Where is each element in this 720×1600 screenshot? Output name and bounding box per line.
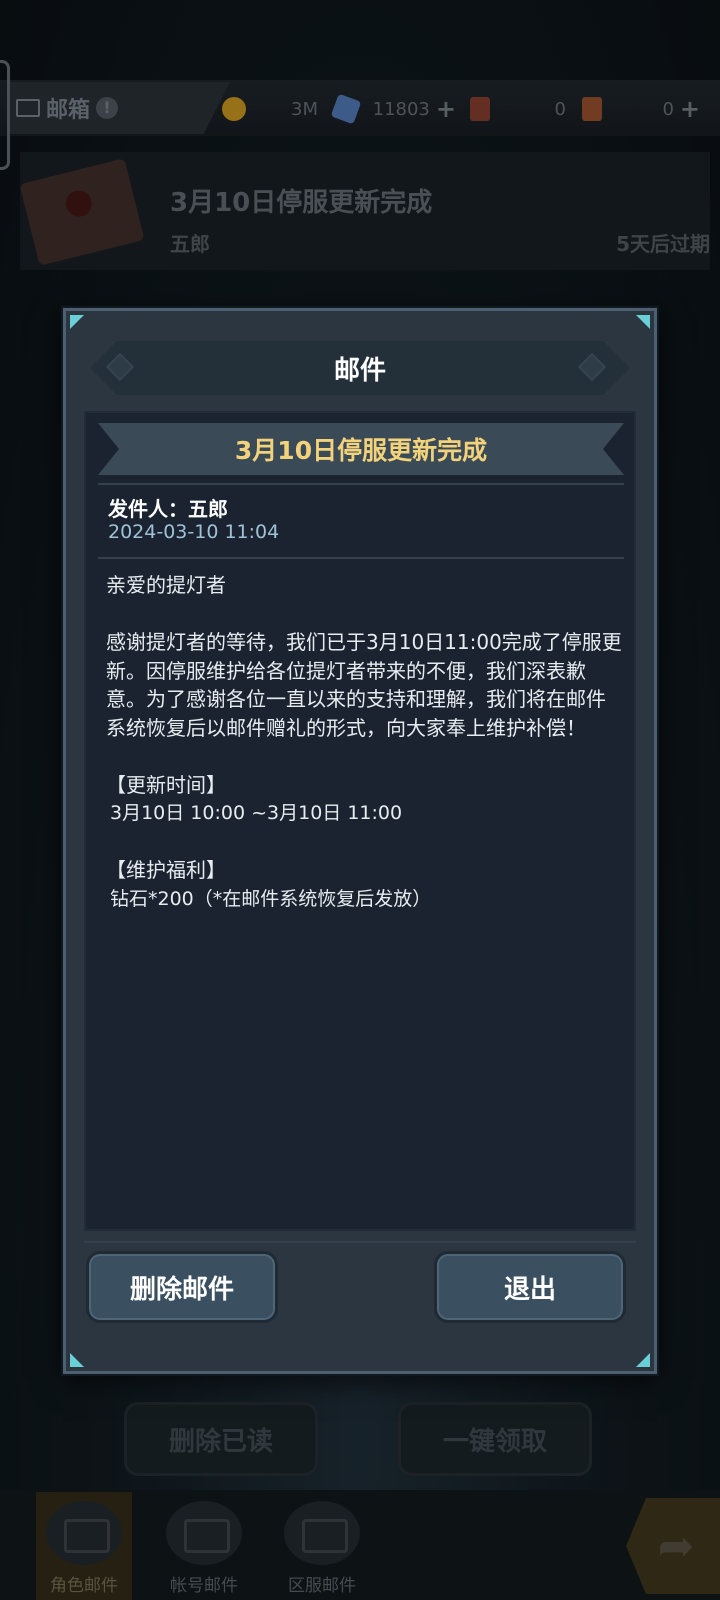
divider xyxy=(84,1241,636,1243)
sender-line: 发件人：五郎 xyxy=(108,493,228,522)
benefit-heading: 【维护福利】 xyxy=(106,858,226,882)
corner-ornament xyxy=(70,1353,84,1367)
mail-detail-dialog: 邮件 3月10日停服更新完成 发件人：五郎 2024-03-10 11:04 亲… xyxy=(63,308,657,1374)
mail-body: 亲爱的提灯者 感谢提灯者的等待，我们已于3月10日11:00完成了停服更新。因停… xyxy=(106,571,622,913)
update-time-heading: 【更新时间】 xyxy=(106,772,226,797)
sender-label: 发件人： xyxy=(108,497,188,521)
divider xyxy=(98,483,624,485)
benefit-value: 钻石*200（*在邮件系统恢复后发放） xyxy=(110,887,432,910)
corner-ornament xyxy=(636,1353,650,1367)
corner-ornament xyxy=(636,315,650,329)
corner-ornament xyxy=(70,315,84,329)
mail-subject: 3月10日停服更新完成 xyxy=(98,423,624,475)
divider xyxy=(98,557,624,559)
mail-date: 2024-03-10 11:04 xyxy=(108,521,280,543)
mail-content-panel: 3月10日停服更新完成 发件人：五郎 2024-03-10 11:04 亲爱的提… xyxy=(84,411,636,1231)
update-time-value: 3月10日 10:00 ~3月10日 11:00 xyxy=(110,802,403,824)
mail-paragraph: 感谢提灯者的等待，我们已于3月10日11:00完成了停服更新。因停服维护给各位提… xyxy=(106,630,622,740)
sender-name: 五郎 xyxy=(188,497,228,521)
dialog-title: 邮件 xyxy=(90,341,630,395)
mail-greeting: 亲爱的提灯者 xyxy=(106,573,226,597)
delete-mail-button[interactable]: 删除邮件 xyxy=(86,1251,278,1323)
exit-button[interactable]: 退出 xyxy=(434,1251,626,1323)
